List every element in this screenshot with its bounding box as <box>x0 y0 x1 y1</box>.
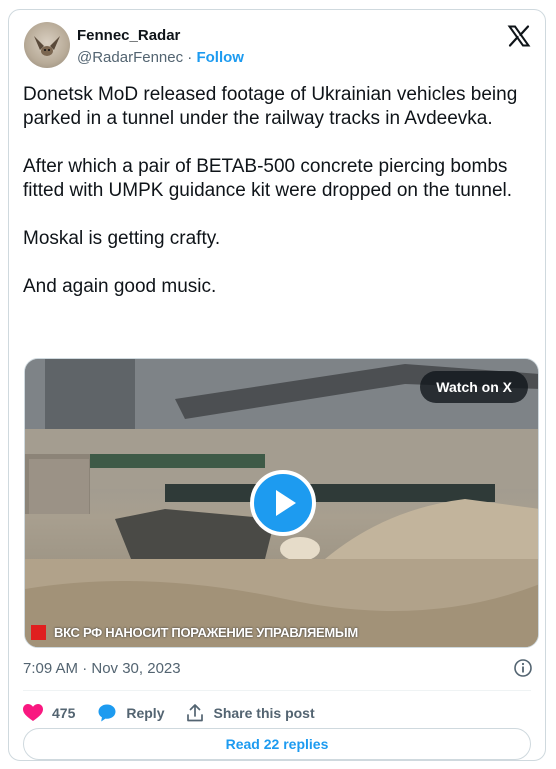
speech-bubble-icon <box>98 704 116 722</box>
like-button[interactable]: 475 <box>23 704 75 722</box>
read-replies-button[interactable]: Read 22 replies <box>23 728 531 760</box>
red-square-icon <box>31 624 46 640</box>
author-handle-row: @RadarFennec · Follow <box>77 49 244 66</box>
fennec-avatar-icon <box>34 36 60 56</box>
video-caption: ВКС РФ НАНОСИТ ПОРАЖЕНИЕ УПРАВЛЯЕМЫМ <box>31 623 358 641</box>
reply-button[interactable]: Reply <box>97 703 164 723</box>
author-display-name[interactable]: Fennec_Radar <box>77 27 180 44</box>
info-icon[interactable] <box>513 658 533 678</box>
divider <box>23 690 531 691</box>
tweet-text: Donetsk MoD released footage of Ukrainia… <box>23 84 518 297</box>
author-handle[interactable]: @RadarFennec <box>77 49 183 66</box>
like-count: 475 <box>52 705 76 721</box>
play-icon <box>276 490 296 516</box>
tweet-card: Fennec_Radar @RadarFennec · Follow Donet… <box>8 9 546 761</box>
video-player[interactable]: Watch on X ВКС РФ НАНОСИТ ПОРАЖЕНИЕ УПРА… <box>24 358 539 648</box>
heart-icon <box>23 704 43 721</box>
watch-on-x-button[interactable]: Watch on X <box>420 371 528 403</box>
action-bar: 475 Reply Share this post <box>23 698 337 728</box>
handle-separator: · <box>187 49 193 66</box>
share-button[interactable]: Share this post <box>186 704 315 722</box>
play-button[interactable] <box>250 470 316 536</box>
follow-button[interactable]: Follow <box>196 49 244 66</box>
share-label: Share this post <box>213 705 315 721</box>
x-logo-icon[interactable] <box>507 24 531 48</box>
avatar[interactable] <box>24 22 70 68</box>
share-icon <box>187 704 204 722</box>
tweet-timestamp[interactable]: 7:09 AM · Nov 30, 2023 <box>23 660 181 677</box>
reply-label: Reply <box>126 705 165 721</box>
video-caption-text: ВКС РФ НАНОСИТ ПОРАЖЕНИЕ УПРАВЛЯЕМЫМ <box>54 624 358 640</box>
